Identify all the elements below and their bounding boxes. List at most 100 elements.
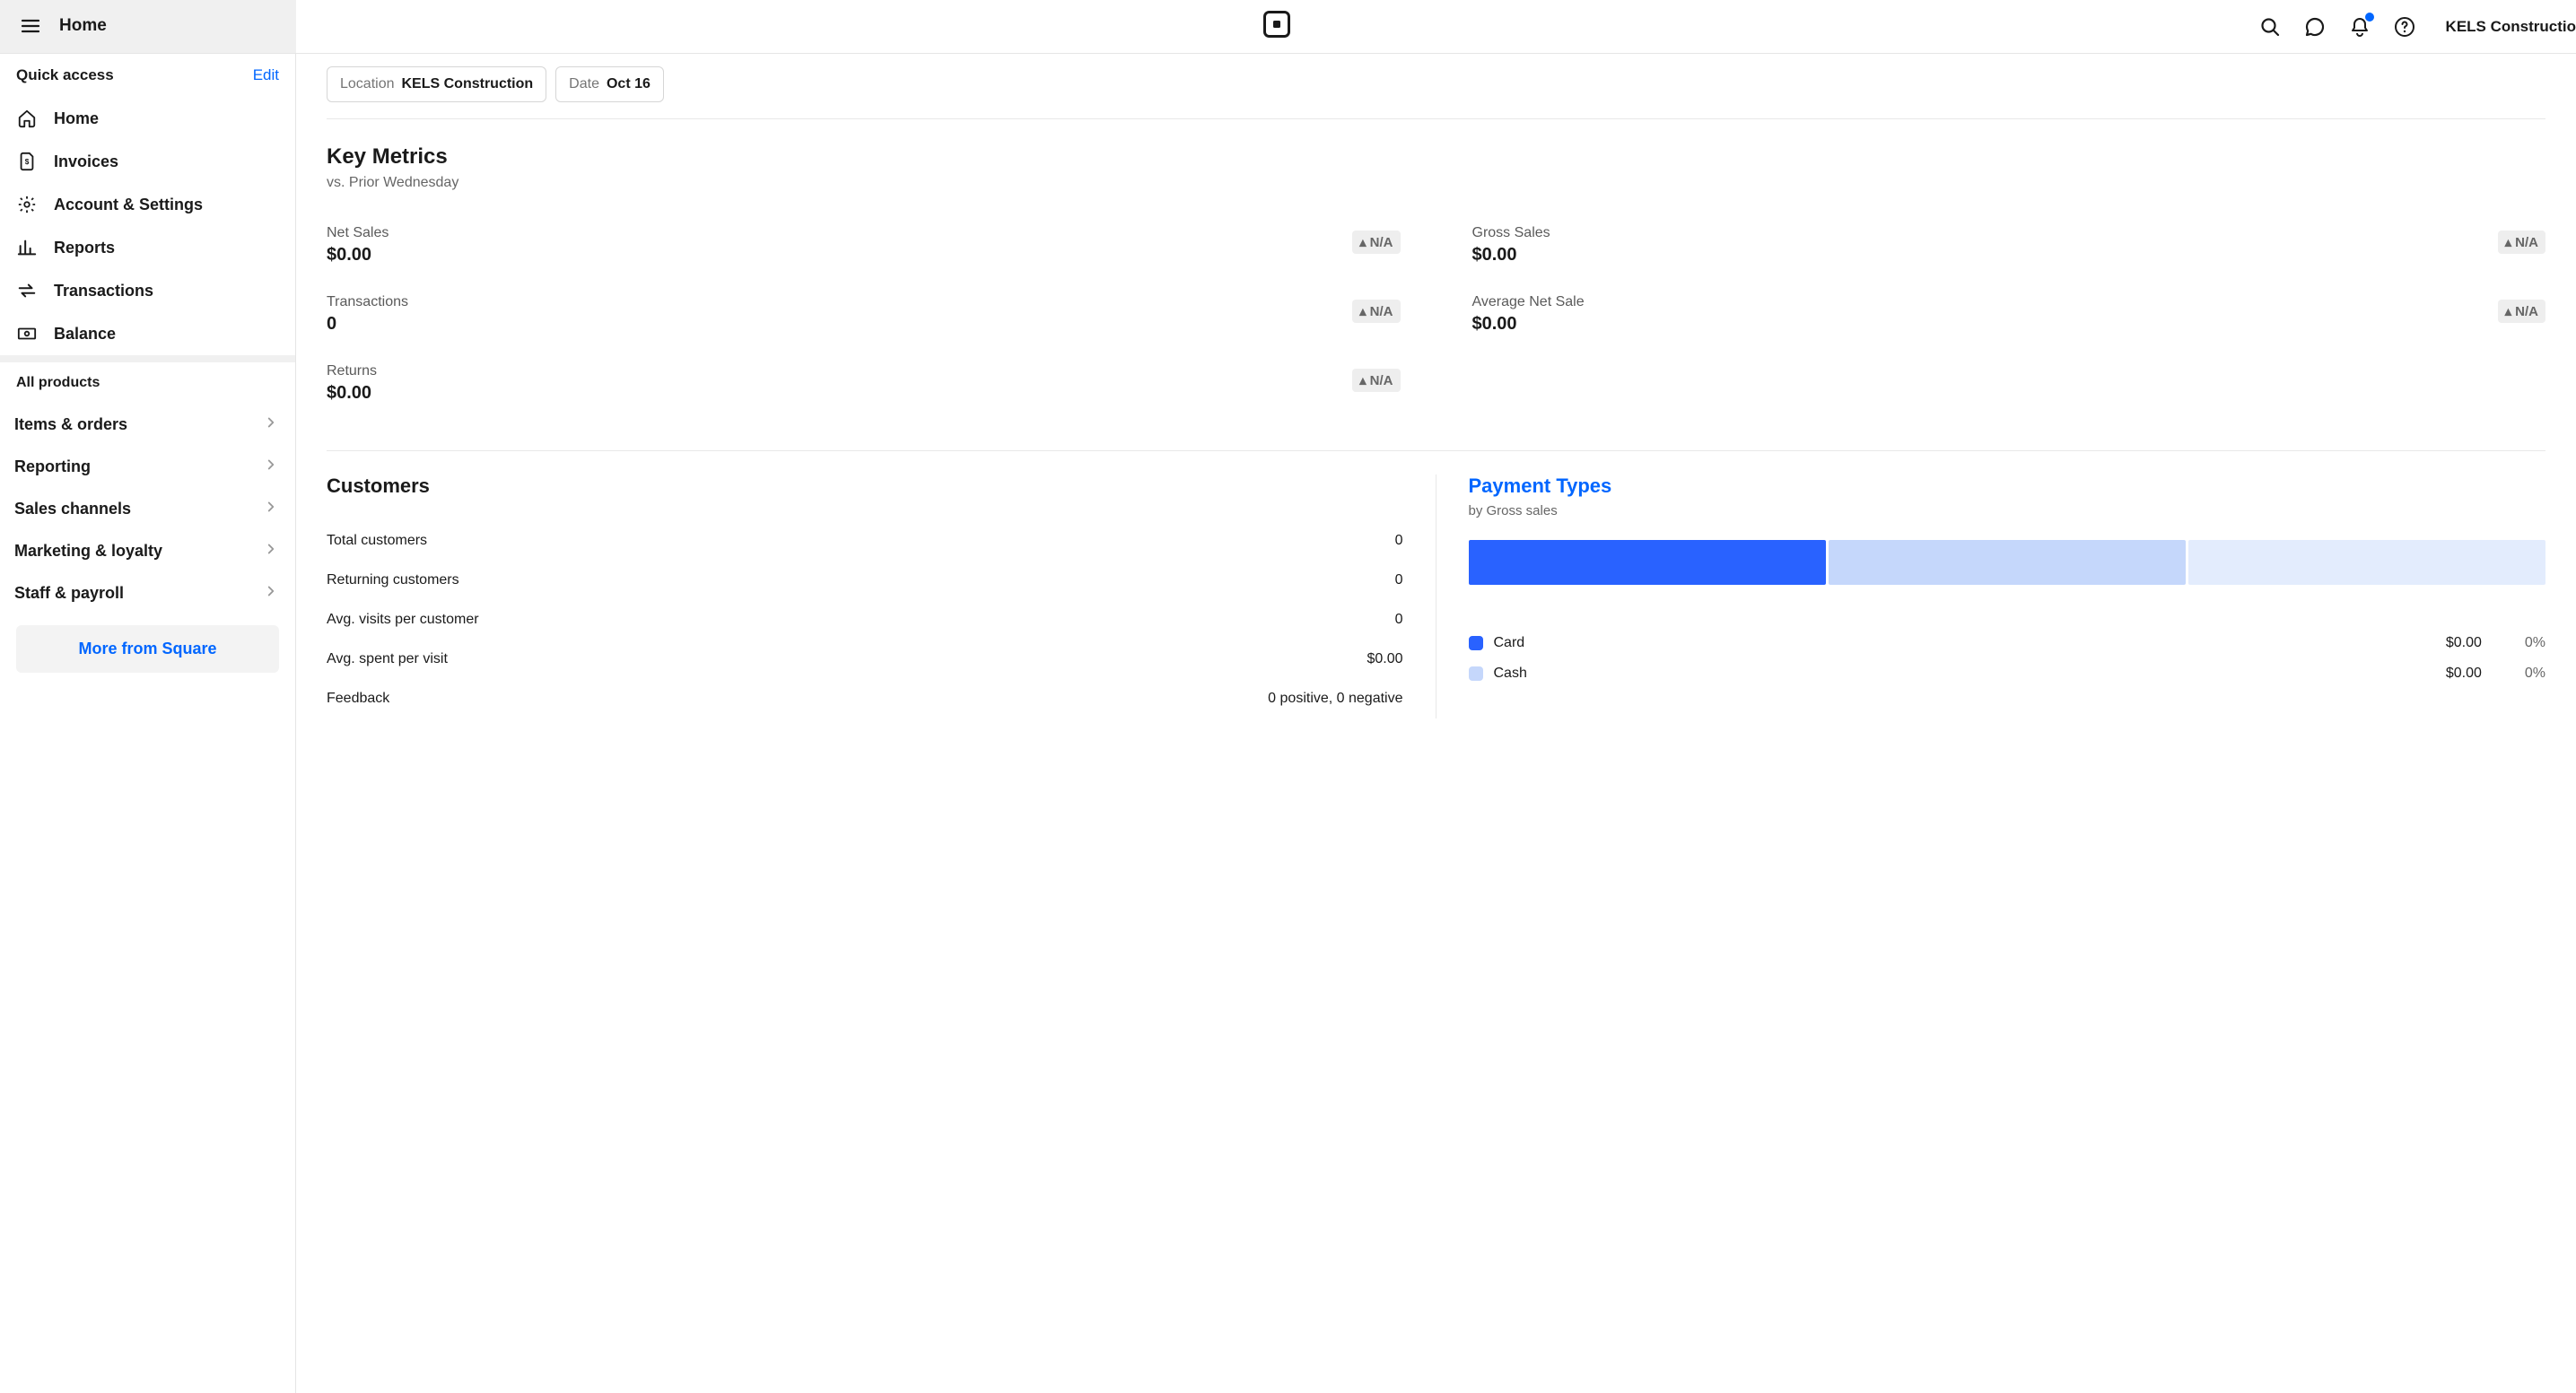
transactions-icon [16, 280, 38, 301]
date-filter[interactable]: Date Oct 16 [555, 66, 664, 102]
sidebar-item-label: Balance [54, 325, 116, 344]
delta-value: N/A [2515, 235, 2538, 250]
sidebar-group-marketing-loyalty[interactable]: Marketing & loyalty [0, 530, 295, 572]
square-logo-icon[interactable] [1263, 11, 1290, 42]
customers-title: Customers [327, 474, 1403, 498]
kv-value: 0 positive, 0 negative [1268, 691, 1402, 707]
main-content: Location KELS Construction Date Oct 16 K… [296, 0, 2576, 1393]
metric-transactions[interactable]: Transactions 0 ▴N/A [327, 285, 1401, 354]
kv-row: Avg. visits per customer 0 [327, 600, 1403, 640]
legend-amount: $0.00 [2446, 635, 2482, 651]
payment-types-legend: Card $0.00 0% Cash $0.00 0% [1469, 628, 2546, 689]
triangle-up-icon: ▴ [2505, 234, 2512, 250]
kv-label: Avg. visits per customer [327, 612, 479, 628]
sidebar-item-invoices[interactable]: $ Invoices [0, 140, 295, 183]
topbar-center [296, 11, 2257, 42]
chart-segment-cash [1829, 540, 2186, 585]
help-icon[interactable] [2392, 14, 2417, 39]
sidebar-group-label: Sales channels [14, 500, 131, 518]
sidebar-divider [0, 355, 295, 362]
delta-value: N/A [1370, 373, 1393, 388]
delta-badge: ▴N/A [1352, 300, 1400, 323]
metric-value: $0.00 [1472, 245, 1550, 266]
metric-gross-sales[interactable]: Gross Sales $0.00 ▴N/A [1472, 216, 2546, 285]
sidebar-item-reports[interactable]: Reports [0, 226, 295, 269]
kv-value: $0.00 [1367, 651, 1402, 667]
sidebar-item-account-settings[interactable]: Account & Settings [0, 183, 295, 226]
metric-value: $0.00 [1472, 314, 1585, 335]
quick-access-header: Quick access Edit [0, 54, 295, 97]
menu-icon[interactable] [16, 12, 45, 40]
top-bar: Home KELS Constructio [0, 0, 2576, 54]
legend-swatch [1469, 636, 1483, 650]
location-filter[interactable]: Location KELS Construction [327, 66, 546, 102]
sidebar-group-reporting[interactable]: Reporting [0, 446, 295, 488]
page-title: Home [59, 16, 107, 36]
search-icon[interactable] [2257, 14, 2283, 39]
sidebar-item-balance[interactable]: Balance [0, 312, 295, 355]
sidebar-item-label: Invoices [54, 152, 118, 171]
gear-icon [16, 194, 38, 215]
notifications-icon[interactable] [2347, 14, 2372, 39]
delta-badge: ▴N/A [2498, 300, 2545, 323]
metric-net-sales[interactable]: Net Sales $0.00 ▴N/A [327, 216, 1401, 285]
kv-row: Avg. spent per visit $0.00 [327, 640, 1403, 679]
svg-text:$: $ [25, 158, 30, 166]
payment-types-subtitle: by Gross sales [1469, 503, 2546, 518]
sidebar-group-items-orders[interactable]: Items & orders [0, 404, 295, 446]
more-from-square-button[interactable]: More from Square [16, 625, 279, 673]
filter-label: Location [340, 76, 395, 92]
sidebar-item-home[interactable]: Home [0, 97, 295, 140]
legend-swatch [1469, 666, 1483, 681]
home-icon [16, 108, 38, 129]
chevron-right-icon [263, 457, 279, 477]
legend-row: Cash $0.00 0% [1469, 658, 2546, 689]
chevron-right-icon [263, 414, 279, 435]
sidebar-group-sales-channels[interactable]: Sales channels [0, 488, 295, 530]
triangle-up-icon: ▴ [1359, 303, 1367, 319]
delta-badge: ▴N/A [2498, 231, 2545, 254]
messages-icon[interactable] [2302, 14, 2327, 39]
kv-row: Feedback 0 positive, 0 negative [327, 679, 1403, 718]
metrics-grid: Net Sales $0.00 ▴N/A Gross Sales $0.00 ▴… [327, 216, 2545, 451]
topbar-left: Home [0, 0, 296, 54]
metric-value: $0.00 [327, 383, 377, 404]
chevron-right-icon [263, 583, 279, 604]
metric-returns[interactable]: Returns $0.00 ▴N/A [327, 354, 1401, 423]
payment-types-title[interactable]: Payment Types [1469, 474, 2546, 498]
kv-row: Returning customers0 [327, 561, 1403, 600]
kv-label: Returning customers [327, 572, 459, 588]
kv-value: 0 [1395, 533, 1403, 549]
delta-badge: ▴N/A [1352, 369, 1400, 392]
delta-value: N/A [2515, 304, 2538, 319]
sidebar-item-transactions[interactable]: Transactions [0, 269, 295, 312]
kv-value: 0 [1395, 612, 1403, 628]
sidebar-group-label: Items & orders [14, 415, 127, 434]
triangle-up-icon: ▴ [1359, 372, 1367, 388]
sidebar-group-label: Reporting [14, 457, 91, 476]
delta-value: N/A [1370, 304, 1393, 319]
legend-percent: 0% [2525, 666, 2545, 682]
kv-label: Avg. spent per visit [327, 651, 448, 667]
metric-label: Gross Sales [1472, 225, 1550, 241]
sidebar-group-label: Marketing & loyalty [14, 542, 162, 561]
sidebar-item-label: Home [54, 109, 99, 128]
sidebar: Quick access Edit Home $ Invoices Accoun… [0, 0, 296, 1393]
payment-types-bar-chart [1469, 540, 2546, 585]
legend-amount: $0.00 [2446, 666, 2482, 682]
all-products-title: All products [0, 362, 295, 404]
legend-name: Card [1494, 635, 2435, 651]
metric-label: Average Net Sale [1472, 294, 1585, 310]
kv-label: Total customers [327, 533, 427, 549]
sidebar-group-staff-payroll[interactable]: Staff & payroll [0, 572, 295, 614]
customers-section: Customers Total customers 0 Returning cus… [327, 474, 1436, 718]
sidebar-item-label: Account & Settings [54, 196, 203, 214]
two-column-section: Customers Total customers 0 Returning cus… [327, 474, 2545, 718]
kv-row: Total customers 0 [327, 521, 1403, 561]
metric-average-net-sale[interactable]: Average Net Sale $0.00 ▴N/A [1472, 285, 2546, 354]
edit-link[interactable]: Edit [253, 66, 279, 84]
chart-segment-card [1469, 540, 1826, 585]
kv-label: Feedback [327, 691, 389, 707]
sidebar-group-label: Staff & payroll [14, 584, 124, 603]
account-name[interactable]: KELS Constructio [2446, 18, 2576, 36]
